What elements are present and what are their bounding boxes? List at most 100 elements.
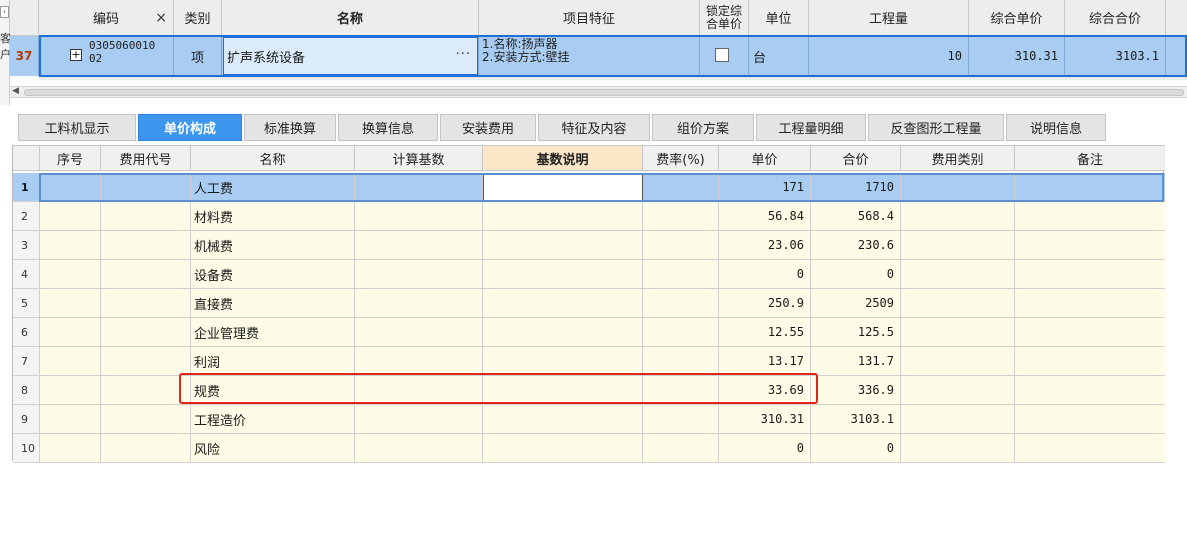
fee-code-cell[interactable]	[101, 260, 191, 289]
calc-base-cell[interactable]	[355, 202, 483, 231]
column-header-remark[interactable]: 备注	[1015, 145, 1165, 171]
fee-category-cell[interactable]	[901, 231, 1015, 260]
row-index[interactable]: 1	[13, 173, 40, 202]
calc-base-cell[interactable]	[355, 405, 483, 434]
column-header-name[interactable]: 名称	[191, 145, 355, 171]
fee-category-cell[interactable]	[901, 289, 1015, 318]
unit-price-cell[interactable]: 0	[719, 260, 811, 289]
remark-cell[interactable]	[1015, 231, 1165, 260]
remark-cell[interactable]	[1015, 376, 1165, 405]
total-cell[interactable]: 568.4	[811, 202, 901, 231]
fee-code-cell[interactable]	[101, 289, 191, 318]
column-header-code[interactable]: 编码 ×	[39, 0, 174, 36]
unit-price-cell[interactable]: 12.55	[719, 318, 811, 347]
fee-category-cell[interactable]	[901, 318, 1015, 347]
row-index[interactable]: 10	[13, 434, 40, 463]
row-index[interactable]: 6	[13, 318, 40, 347]
total-cell[interactable]: 0	[811, 434, 901, 463]
row-index[interactable]: 2	[13, 202, 40, 231]
total-cell[interactable]: 336.9	[811, 376, 901, 405]
rate-cell[interactable]	[643, 289, 719, 318]
calc-base-cell[interactable]	[355, 231, 483, 260]
unit-price-cell[interactable]: 310.31	[719, 405, 811, 434]
row-index[interactable]: 5	[13, 289, 40, 318]
seq-cell[interactable]	[40, 289, 101, 318]
seq-cell[interactable]	[40, 173, 101, 202]
tab-description[interactable]: 说明信息	[1006, 114, 1106, 141]
fee-category-cell[interactable]	[901, 434, 1015, 463]
unit-price-cell[interactable]: 250.9	[719, 289, 811, 318]
tab-features-content[interactable]: 特征及内容	[538, 114, 650, 141]
fee-category-cell[interactable]	[901, 376, 1015, 405]
row-index[interactable]: 4	[13, 260, 40, 289]
rate-cell[interactable]	[643, 376, 719, 405]
column-header-fee-category[interactable]: 费用类别	[901, 145, 1015, 171]
lock-price-checkbox[interactable]	[715, 48, 729, 62]
name-cell[interactable]: 工程造价	[191, 405, 355, 434]
unit-price-cell[interactable]: 13.17	[719, 347, 811, 376]
unit-price-cell[interactable]: 0	[719, 434, 811, 463]
remark-cell[interactable]	[1015, 173, 1165, 202]
seq-cell[interactable]	[40, 231, 101, 260]
total-cell[interactable]: 230.6	[811, 231, 901, 260]
row-number[interactable]: 37	[10, 36, 39, 76]
seq-cell[interactable]	[40, 260, 101, 289]
calc-base-cell[interactable]	[355, 173, 483, 202]
column-header-calc-base[interactable]: 计算基数	[355, 145, 483, 171]
scrollbar-thumb[interactable]	[24, 89, 1184, 96]
rate-cell[interactable]	[643, 202, 719, 231]
fee-category-cell[interactable]	[901, 202, 1015, 231]
fee-category-cell[interactable]	[901, 347, 1015, 376]
column-header-base-description[interactable]: 基数说明	[483, 145, 643, 171]
fee-code-cell[interactable]	[101, 202, 191, 231]
unit-price-cell[interactable]: 171	[719, 173, 811, 202]
name-cell[interactable]: 风险	[191, 434, 355, 463]
total-cell[interactable]: 2509	[811, 289, 901, 318]
column-header-unit[interactable]: 单位	[749, 0, 809, 36]
table-row[interactable]: 10 风险 0 0	[13, 434, 1165, 463]
seq-cell[interactable]	[40, 202, 101, 231]
rate-cell[interactable]	[643, 405, 719, 434]
rate-cell[interactable]	[643, 260, 719, 289]
rate-cell[interactable]	[643, 318, 719, 347]
unit-price-cell[interactable]: 23.06	[719, 231, 811, 260]
scroll-left-icon[interactable]: ◀	[12, 86, 19, 96]
table-row[interactable]: 5 直接费 250.9 2509	[13, 289, 1165, 318]
remark-cell[interactable]	[1015, 260, 1165, 289]
remark-cell[interactable]	[1015, 202, 1165, 231]
composite-unit-price-cell[interactable]: 310.31	[969, 36, 1065, 76]
tab-pricing-scheme[interactable]: 组价方案	[652, 114, 754, 141]
quantity-cell[interactable]: 10	[809, 36, 969, 76]
category-cell[interactable]: 项	[174, 36, 222, 76]
rate-cell[interactable]	[643, 173, 719, 202]
name-cell[interactable]: 利润	[191, 347, 355, 376]
table-row[interactable]: 6 企业管理费 12.55 125.5	[13, 318, 1165, 347]
seq-cell[interactable]	[40, 405, 101, 434]
rate-cell[interactable]	[643, 434, 719, 463]
horizontal-scrollbar[interactable]: ◀	[10, 86, 1187, 98]
name-cell[interactable]: 规费	[191, 376, 355, 405]
calc-base-cell[interactable]	[355, 376, 483, 405]
column-header-composite-total[interactable]: 综合合价	[1065, 0, 1166, 36]
calc-base-cell[interactable]	[355, 318, 483, 347]
remark-cell[interactable]	[1015, 289, 1165, 318]
calc-base-cell[interactable]	[355, 289, 483, 318]
column-header-rate[interactable]: 费率(%)	[643, 145, 719, 171]
base-description-cell[interactable]	[483, 405, 643, 434]
total-cell[interactable]: 125.5	[811, 318, 901, 347]
table-row[interactable]: 7 利润 13.17 131.7	[13, 347, 1165, 376]
tab-unit-price-composition[interactable]: 单价构成	[138, 114, 242, 141]
table-row[interactable]: 3 机械费 23.06 230.6	[13, 231, 1165, 260]
base-description-cell[interactable]	[483, 231, 643, 260]
tab-labor-material-machine[interactable]: 工料机显示	[18, 114, 136, 141]
tab-quantity-detail[interactable]: 工程量明细	[756, 114, 866, 141]
unit-price-cell[interactable]: 56.84	[719, 202, 811, 231]
total-cell[interactable]: 131.7	[811, 347, 901, 376]
column-header-seq[interactable]: 序号	[40, 145, 101, 171]
column-header-category[interactable]: 类别	[174, 0, 222, 36]
calc-base-cell[interactable]	[355, 260, 483, 289]
column-header-lock-price[interactable]: 锁定综 合单价	[700, 0, 749, 36]
table-row[interactable]: 9 工程造价 310.31 3103.1	[13, 405, 1165, 434]
seq-cell[interactable]	[40, 347, 101, 376]
calc-base-cell[interactable]	[355, 347, 483, 376]
